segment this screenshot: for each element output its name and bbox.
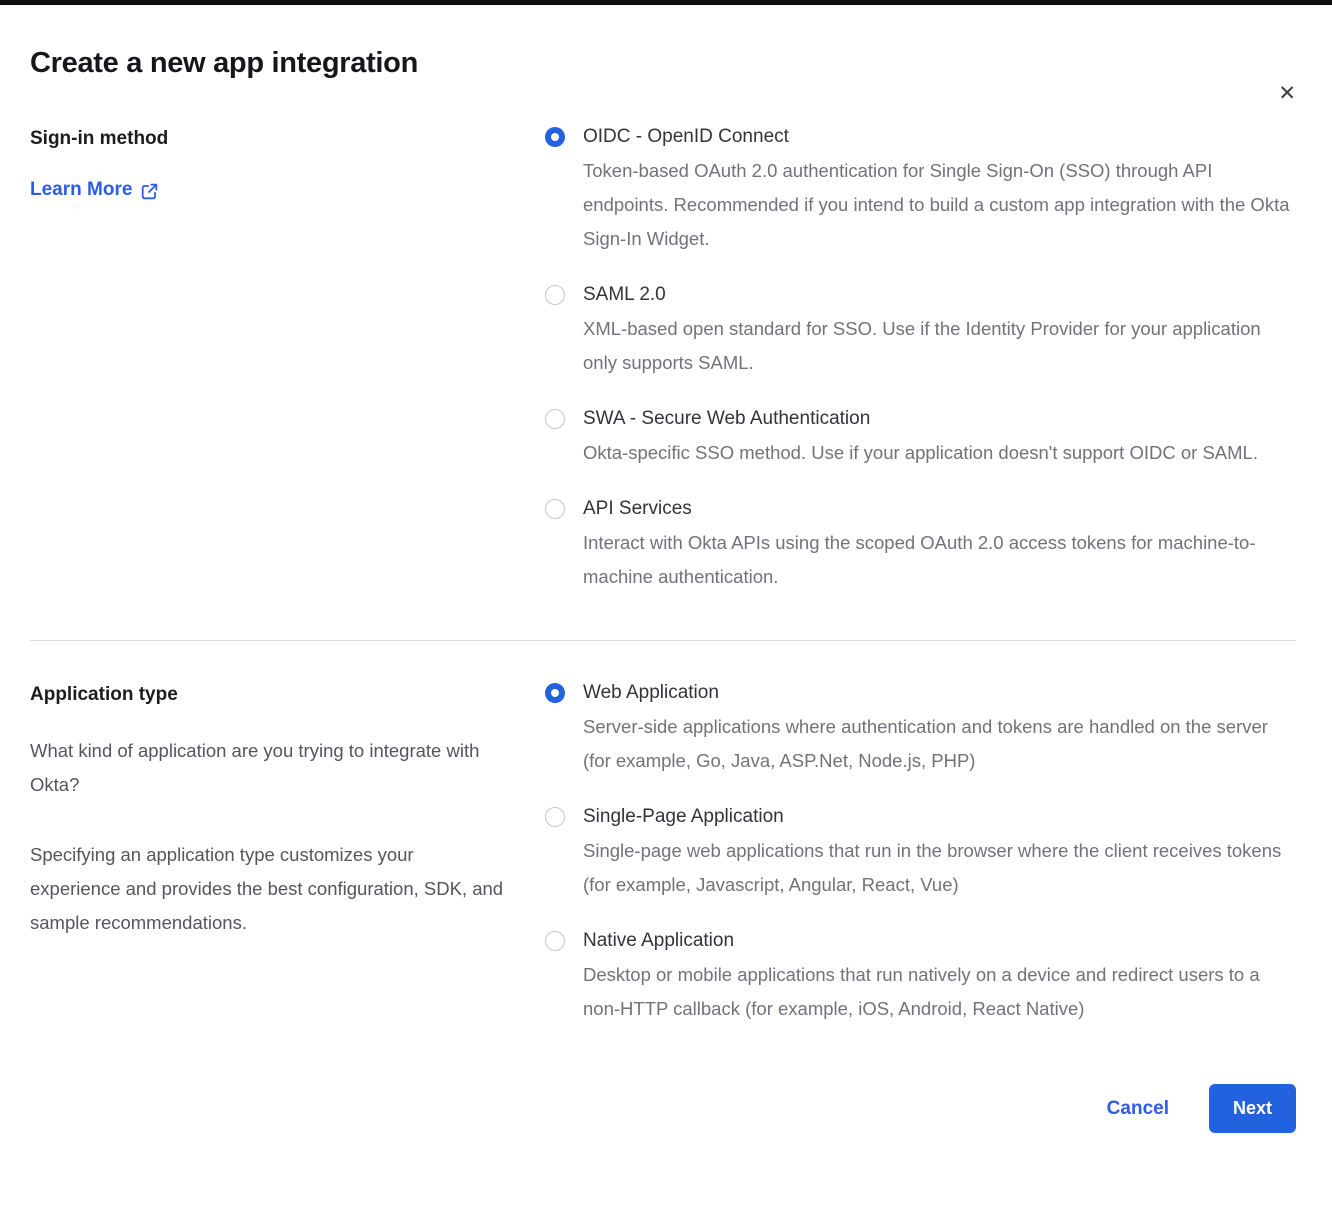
section-divider — [30, 640, 1296, 641]
cancel-button[interactable]: Cancel — [1107, 1098, 1169, 1120]
create-app-integration-dialog: ✕ Create a new app integration Sign-in m… — [0, 45, 1332, 1179]
radio-option[interactable]: SWA - Secure Web Authentication Okta-spe… — [545, 407, 1296, 470]
radio-option-text: SAML 2.0 XML-based open standard for SSO… — [583, 283, 1295, 380]
application-type-question: What kind of application are you trying … — [30, 734, 508, 802]
radio-option[interactable]: Web Application Server-side applications… — [545, 681, 1296, 778]
radio-option-text: OIDC - OpenID Connect Token-based OAuth … — [583, 125, 1295, 256]
application-type-explanation: Specifying an application type customize… — [30, 838, 508, 940]
radio-option-description: Okta-specific SSO method. Use if your ap… — [583, 436, 1258, 470]
radio-button-icon[interactable] — [545, 683, 565, 703]
radio-option[interactable]: OIDC - OpenID Connect Token-based OAuth … — [545, 125, 1296, 256]
radio-option[interactable]: API Services Interact with Okta APIs usi… — [545, 497, 1296, 594]
close-button[interactable]: ✕ — [1276, 81, 1298, 106]
external-link-icon — [141, 181, 158, 200]
radio-option-description: Single-page web applications that run in… — [583, 834, 1295, 902]
close-icon: ✕ — [1278, 82, 1296, 105]
radio-option-label: OIDC - OpenID Connect — [583, 125, 1295, 149]
signin-method-left-column: Sign-in method Learn More — [30, 125, 535, 594]
next-button[interactable]: Next — [1209, 1084, 1296, 1133]
radio-button-icon[interactable] — [545, 127, 565, 147]
radio-option-description: Desktop or mobile applications that run … — [583, 958, 1295, 1026]
dialog-title: Create a new app integration — [30, 45, 1296, 81]
learn-more-label: Learn More — [30, 178, 132, 202]
application-type-options: Web Application Server-side applications… — [535, 681, 1296, 1026]
radio-button-icon[interactable] — [545, 931, 565, 951]
learn-more-link[interactable]: Learn More — [30, 178, 158, 202]
radio-option-description: Token-based OAuth 2.0 authentication for… — [583, 154, 1295, 256]
radio-option-label: Single-Page Application — [583, 805, 1295, 829]
window-top-edge — [0, 0, 1332, 5]
radio-option-label: SWA - Secure Web Authentication — [583, 407, 1258, 431]
signin-method-section: Sign-in method Learn More OIDC - OpenID … — [30, 125, 1296, 594]
signin-method-options: OIDC - OpenID Connect Token-based OAuth … — [535, 125, 1296, 594]
radio-option-label: Web Application — [583, 681, 1295, 705]
radio-option[interactable]: Single-Page Application Single-page web … — [545, 805, 1296, 902]
radio-button-icon[interactable] — [545, 807, 565, 827]
radio-button-icon[interactable] — [545, 499, 565, 519]
radio-option-label: API Services — [583, 497, 1295, 521]
radio-option-text: Native Application Desktop or mobile app… — [583, 929, 1295, 1026]
radio-option-text: Web Application Server-side applications… — [583, 681, 1295, 778]
radio-option-description: Server-side applications where authentic… — [583, 710, 1295, 778]
radio-option-description: XML-based open standard for SSO. Use if … — [583, 312, 1295, 380]
signin-method-heading: Sign-in method — [30, 125, 535, 151]
dialog-footer: Cancel Next — [30, 1084, 1296, 1179]
radio-button-icon[interactable] — [545, 285, 565, 305]
application-type-left-column: Application type What kind of applicatio… — [30, 681, 535, 1026]
radio-option[interactable]: SAML 2.0 XML-based open standard for SSO… — [545, 283, 1296, 380]
radio-option-text: Single-Page Application Single-page web … — [583, 805, 1295, 902]
radio-option-text: SWA - Secure Web Authentication Okta-spe… — [583, 407, 1258, 470]
radio-option[interactable]: Native Application Desktop or mobile app… — [545, 929, 1296, 1026]
application-type-heading: Application type — [30, 681, 535, 707]
radio-option-label: SAML 2.0 — [583, 283, 1295, 307]
radio-option-label: Native Application — [583, 929, 1295, 953]
radio-option-description: Interact with Okta APIs using the scoped… — [583, 526, 1295, 594]
application-type-section: Application type What kind of applicatio… — [30, 681, 1296, 1026]
radio-button-icon[interactable] — [545, 409, 565, 429]
radio-option-text: API Services Interact with Okta APIs usi… — [583, 497, 1295, 594]
